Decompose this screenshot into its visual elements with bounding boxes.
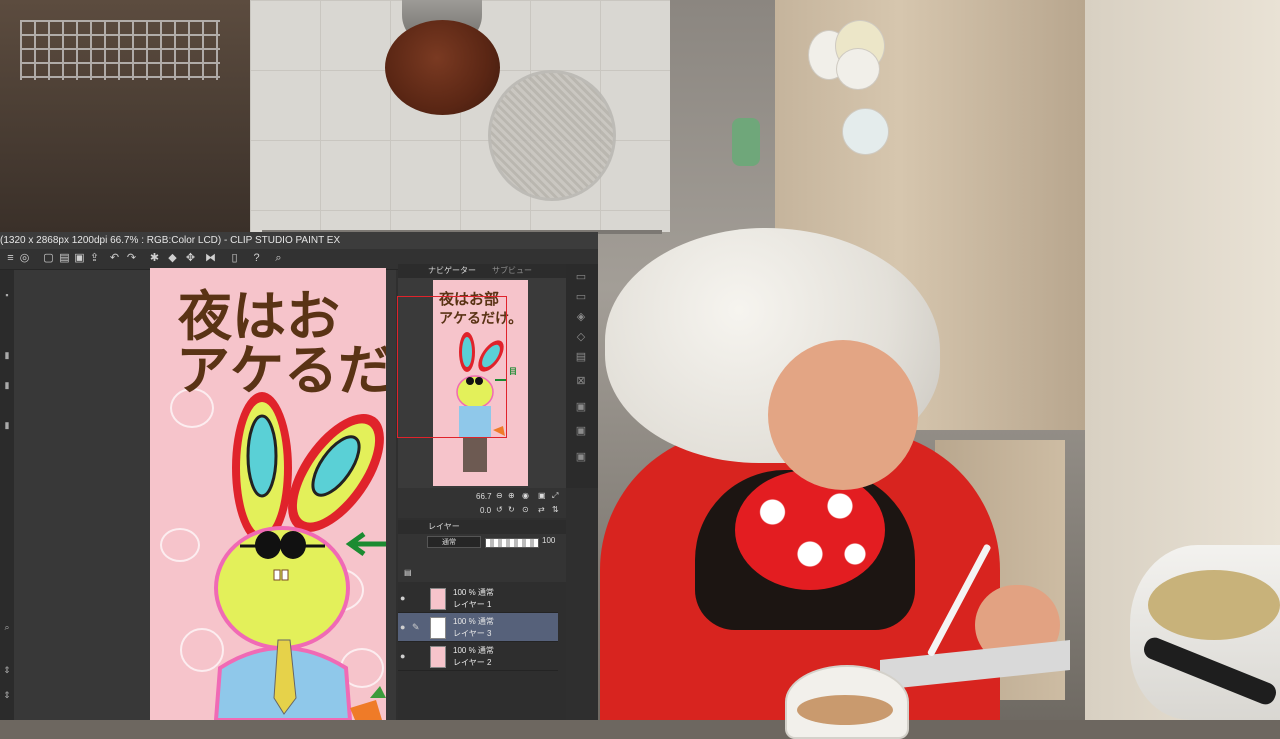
layer-thumbnail bbox=[430, 646, 446, 668]
pen-icon: ✎ bbox=[412, 622, 420, 632]
layer-row[interactable]: ● 100 % 通常 レイヤー 2 bbox=[398, 642, 558, 671]
sunglasses-lens-left bbox=[255, 531, 281, 559]
hanging-strainer bbox=[488, 70, 616, 201]
layer-row-selected[interactable]: ● ✎ 100 % 通常 レイヤー 3 bbox=[398, 613, 558, 642]
layer-properties-bar: ▤ bbox=[398, 534, 566, 582]
search-icon[interactable]: ⌕ bbox=[272, 252, 285, 265]
bunny-illustration bbox=[213, 392, 386, 720]
clip-studio-icon[interactable]: ◎ bbox=[18, 252, 31, 265]
fill-view-icon[interactable]: ▣ bbox=[538, 491, 546, 500]
flip-vertical-icon[interactable]: ⇅ bbox=[552, 505, 559, 514]
panel-icon[interactable]: ▭ bbox=[573, 270, 589, 284]
layer-name: レイヤー 1 bbox=[453, 600, 492, 609]
expand-icon[interactable]: ⤢ bbox=[552, 491, 558, 501]
navigator-tabs: ナビゲーター サブビュー bbox=[398, 264, 566, 279]
fridge-magnet bbox=[836, 48, 880, 90]
navigator-controls: 66.7 ⊖ ⊕ ◉ ▣ ⤢ 0.0 ↺ ↻ ⊙ ⇄ ⇅ bbox=[398, 488, 566, 518]
rotation-value: 0.0 bbox=[480, 506, 492, 515]
panel-icon[interactable]: ▭ bbox=[573, 290, 589, 304]
layers-icon[interactable]: ◈ bbox=[573, 310, 589, 324]
kitchen-timer bbox=[732, 118, 760, 166]
navigator-view-frame[interactable] bbox=[397, 296, 507, 438]
panel-icon[interactable]: ▤ bbox=[573, 350, 589, 364]
layer-row[interactable]: ● 100 % 通常 レイヤー 1 bbox=[398, 584, 558, 613]
sunglasses-lens-right bbox=[280, 531, 306, 559]
layer-name: レイヤー 3 bbox=[453, 629, 492, 638]
layer-meta: 100 % 通常 bbox=[453, 588, 494, 597]
layer-settings-icon[interactable]: ▤ bbox=[404, 568, 412, 577]
nav-label: 目 bbox=[509, 366, 517, 376]
menu-icon[interactable]: ≡ bbox=[4, 252, 17, 265]
fit-icon[interactable]: ◉ bbox=[522, 491, 529, 500]
file-icon[interactable]: ▯ bbox=[228, 252, 241, 265]
eye-icon[interactable]: ● bbox=[400, 651, 410, 661]
wire-rack bbox=[20, 20, 220, 80]
carrot-leaves bbox=[370, 686, 386, 698]
opacity-slider[interactable] bbox=[485, 538, 539, 548]
coffee bbox=[797, 695, 893, 725]
help-icon[interactable]: ? bbox=[250, 252, 263, 265]
layer-thumbnail bbox=[430, 588, 446, 610]
polka-dot-bow bbox=[735, 470, 885, 590]
eye-icon[interactable]: ● bbox=[400, 622, 410, 632]
reset-rotation-icon[interactable]: ⊙ bbox=[522, 505, 529, 514]
hanging-pan bbox=[385, 20, 500, 115]
tool-icon[interactable]: ▮ bbox=[2, 380, 12, 390]
palette-dock-bar: ▭ ▭ ◈ ◇ ▤ ⊠ ▣ ▣ ▣ bbox=[566, 264, 598, 488]
kitchen-shelf bbox=[0, 0, 250, 232]
panel-icon[interactable]: ▣ bbox=[573, 450, 589, 464]
layer-thumbnail bbox=[430, 617, 446, 639]
zoom-in-icon[interactable]: ⊕ bbox=[508, 491, 515, 500]
tab-layer[interactable]: レイヤー bbox=[416, 520, 460, 534]
fridge-magnet bbox=[842, 108, 889, 155]
layer-tabs: レイヤー bbox=[398, 520, 566, 534]
window-title: (1320 x 2868px 1200dpi 66.7% : RGB:Color… bbox=[0, 232, 598, 249]
close-icon[interactable]: ⊠ bbox=[573, 374, 589, 388]
drawing-canvas[interactable]: 夜はお アケるだ bbox=[150, 268, 386, 720]
nav-pants bbox=[463, 438, 487, 472]
tab-subview[interactable]: サブビュー bbox=[480, 264, 532, 278]
rotate-right-icon[interactable]: ↻ bbox=[508, 505, 515, 514]
zoom-value: 66.7 bbox=[476, 492, 492, 501]
tab-navigator[interactable]: ナビゲーター bbox=[416, 264, 476, 278]
panel-icon[interactable]: ◇ bbox=[573, 330, 589, 344]
face bbox=[768, 340, 918, 490]
flip-horizontal-icon[interactable]: ⇄ bbox=[538, 505, 545, 514]
export-icon[interactable]: ⇪ bbox=[88, 252, 101, 265]
fill-icon[interactable]: ◆ bbox=[166, 252, 179, 265]
opacity-value: 100 bbox=[542, 536, 556, 545]
tooth bbox=[281, 569, 289, 581]
transform-icon[interactable]: ✥ bbox=[184, 252, 197, 265]
tooth bbox=[273, 569, 281, 581]
lock-icon[interactable]: ▪ bbox=[2, 290, 12, 300]
panel-icon[interactable]: ▣ bbox=[573, 424, 589, 438]
tool-icon[interactable]: ▮ bbox=[2, 420, 12, 430]
tool-icon[interactable]: ▮ bbox=[2, 350, 12, 360]
open-file-icon[interactable]: ▤ bbox=[58, 252, 71, 265]
undo-icon[interactable]: ↶ bbox=[108, 252, 121, 265]
zoom-icon[interactable]: ⌕ bbox=[2, 622, 12, 632]
green-arrow bbox=[345, 531, 386, 557]
stepper-icon[interactable]: ⇕ bbox=[2, 690, 12, 700]
new-file-icon[interactable]: ▢ bbox=[42, 252, 55, 265]
pot-contents bbox=[1148, 570, 1280, 640]
save-icon[interactable]: ▣ bbox=[73, 252, 86, 265]
blend-mode-select[interactable]: 通常 bbox=[427, 536, 481, 548]
layer-meta: 100 % 通常 bbox=[453, 617, 494, 626]
tool-strip: ▪ ▮ ▮ ▮ ⌕ ⇕ ⇕ bbox=[0, 270, 15, 720]
redo-icon[interactable]: ↷ bbox=[125, 252, 138, 265]
panel-icon[interactable]: ▣ bbox=[573, 400, 589, 414]
layer-meta: 100 % 通常 bbox=[453, 646, 494, 655]
layer-name: レイヤー 2 bbox=[453, 658, 492, 667]
carrot bbox=[350, 700, 382, 720]
left-ear-inner bbox=[246, 414, 278, 498]
flip-icon[interactable]: ⧓ bbox=[204, 252, 217, 265]
zoom-out-icon[interactable]: ⊖ bbox=[496, 491, 503, 500]
rotate-left-icon[interactable]: ↺ bbox=[496, 505, 503, 514]
stepper-icon[interactable]: ⇕ bbox=[2, 665, 12, 675]
eye-icon[interactable]: ● bbox=[400, 593, 410, 603]
loading-icon[interactable]: ✱ bbox=[148, 252, 161, 265]
